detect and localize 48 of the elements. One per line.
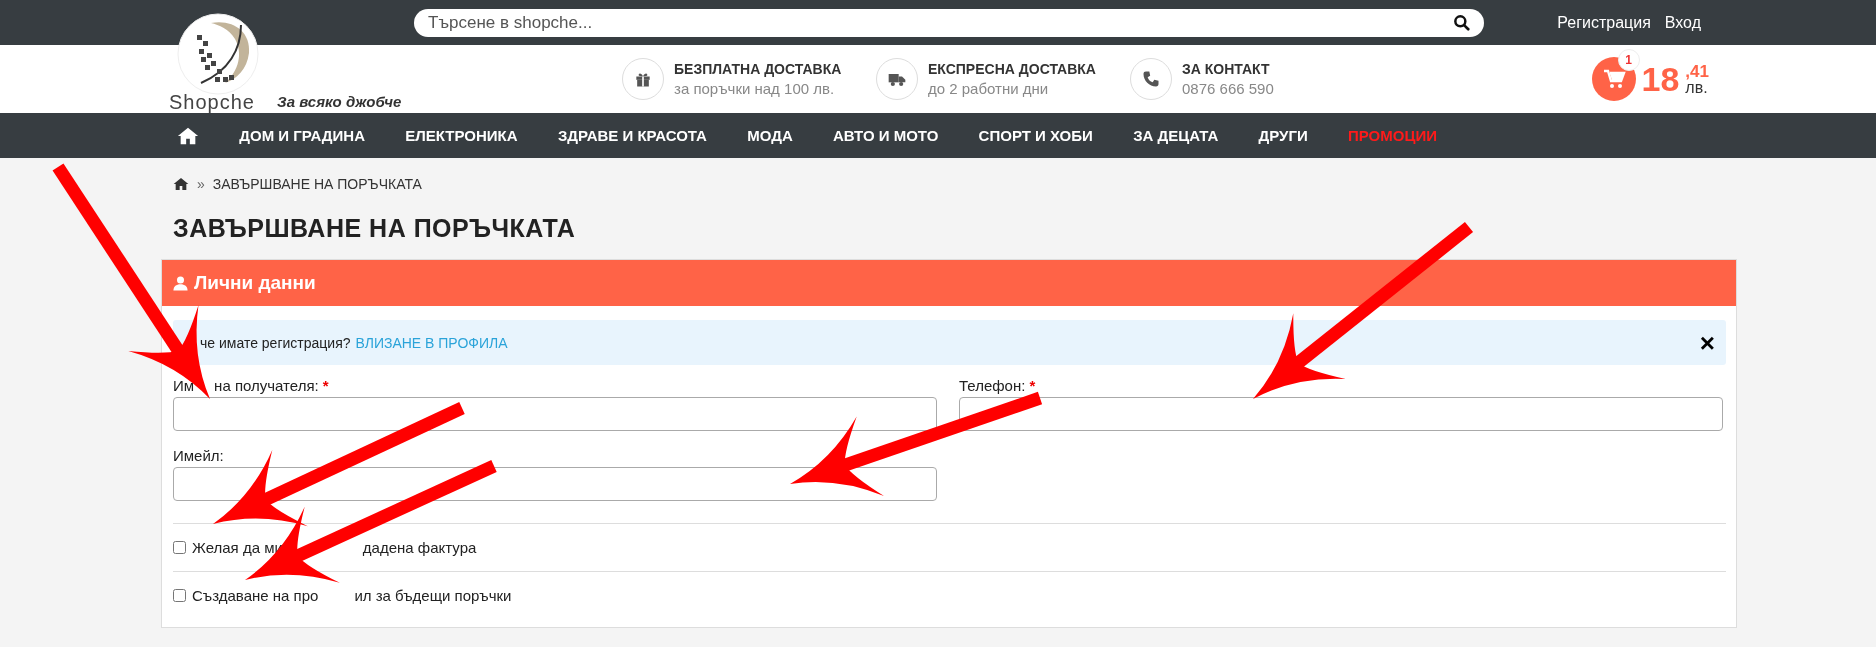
nav-link[interactable]: ЗДРАВЕ И КРАСОТА bbox=[557, 127, 707, 144]
field-label: на получателя: bbox=[214, 377, 319, 394]
feature-text: за поръчки над 100 лв. bbox=[674, 80, 836, 97]
cart-total: 18 bbox=[1641, 59, 1680, 99]
panel-title: Лични данни bbox=[194, 272, 316, 294]
required-mark: * bbox=[1029, 377, 1036, 394]
nav-link[interactable]: ЗА ДЕЦАТА bbox=[1133, 127, 1219, 144]
nav-link[interactable]: ДРУГИ bbox=[1258, 127, 1308, 144]
input-field[interactable] bbox=[173, 397, 937, 431]
search-field[interactable]: Търсене в shopche... bbox=[414, 8, 1484, 37]
header-link[interactable]: Вход bbox=[1664, 13, 1701, 32]
breadcrumb-separator: » bbox=[197, 176, 205, 192]
cart-count-badge: 1 bbox=[1617, 49, 1640, 71]
checkbox-label: дадена фактура bbox=[362, 539, 477, 556]
breadcrumb-current: ЗАВЪРШВАНЕ НА ПОРЪЧКАТА bbox=[212, 176, 422, 192]
header-link[interactable]: Регистрация bbox=[1557, 13, 1651, 32]
nav-link[interactable]: СПОРТ И ХОБИ bbox=[978, 127, 1093, 144]
field-label: Им bbox=[173, 377, 195, 394]
currency-label: лв. bbox=[1685, 79, 1708, 96]
feature-text: до 2 работни дни bbox=[928, 80, 1050, 97]
required-mark: * bbox=[322, 377, 329, 394]
feature-title: ЗА КОНТАКТ bbox=[1182, 61, 1271, 77]
logo-wordmark[interactable]: Shopche bbox=[169, 91, 255, 114]
feature-text: 0876 666 590 bbox=[1182, 80, 1274, 97]
home-icon bbox=[173, 176, 189, 192]
nav-link[interactable]: ДОМ И ГРАДИНА bbox=[239, 127, 365, 144]
nav-link[interactable]: МОДА bbox=[747, 127, 793, 144]
cart-total-cents: ,41 bbox=[1685, 62, 1709, 80]
page-title: ЗАВЪРШВАНЕ НА ПОРЪЧКАТА bbox=[173, 214, 577, 243]
checkbox[interactable] bbox=[173, 589, 186, 602]
checkbox-label: ил за бъдещи поръчки bbox=[354, 587, 512, 604]
input-field[interactable] bbox=[959, 397, 1723, 431]
checkbox-label: Създаване на про bbox=[192, 587, 319, 604]
close-button[interactable]: × bbox=[1699, 329, 1715, 356]
nav-link[interactable]: АВТО И МОТО bbox=[833, 127, 939, 144]
feature-title: ЕКСПРЕСНА ДОСТАВКА bbox=[928, 61, 1096, 77]
nav-link[interactable]: ЕЛЕКТРОНИКА bbox=[405, 127, 518, 144]
field-label: Имейл: bbox=[173, 447, 224, 464]
cart-icon bbox=[1601, 67, 1626, 91]
user-icon bbox=[172, 274, 189, 292]
phone-icon bbox=[1141, 69, 1161, 89]
search-icon bbox=[1452, 12, 1472, 33]
cart-button[interactable] bbox=[1591, 57, 1636, 101]
checkbox[interactable] bbox=[173, 541, 186, 554]
field-label: Телефон: bbox=[959, 377, 1026, 394]
alert-text: че имате регистрация? bbox=[200, 334, 351, 351]
logo-tagline: За всяко джобче bbox=[277, 93, 402, 110]
feature-title: БЕЗПЛАТНА ДОСТАВКА bbox=[674, 61, 842, 77]
